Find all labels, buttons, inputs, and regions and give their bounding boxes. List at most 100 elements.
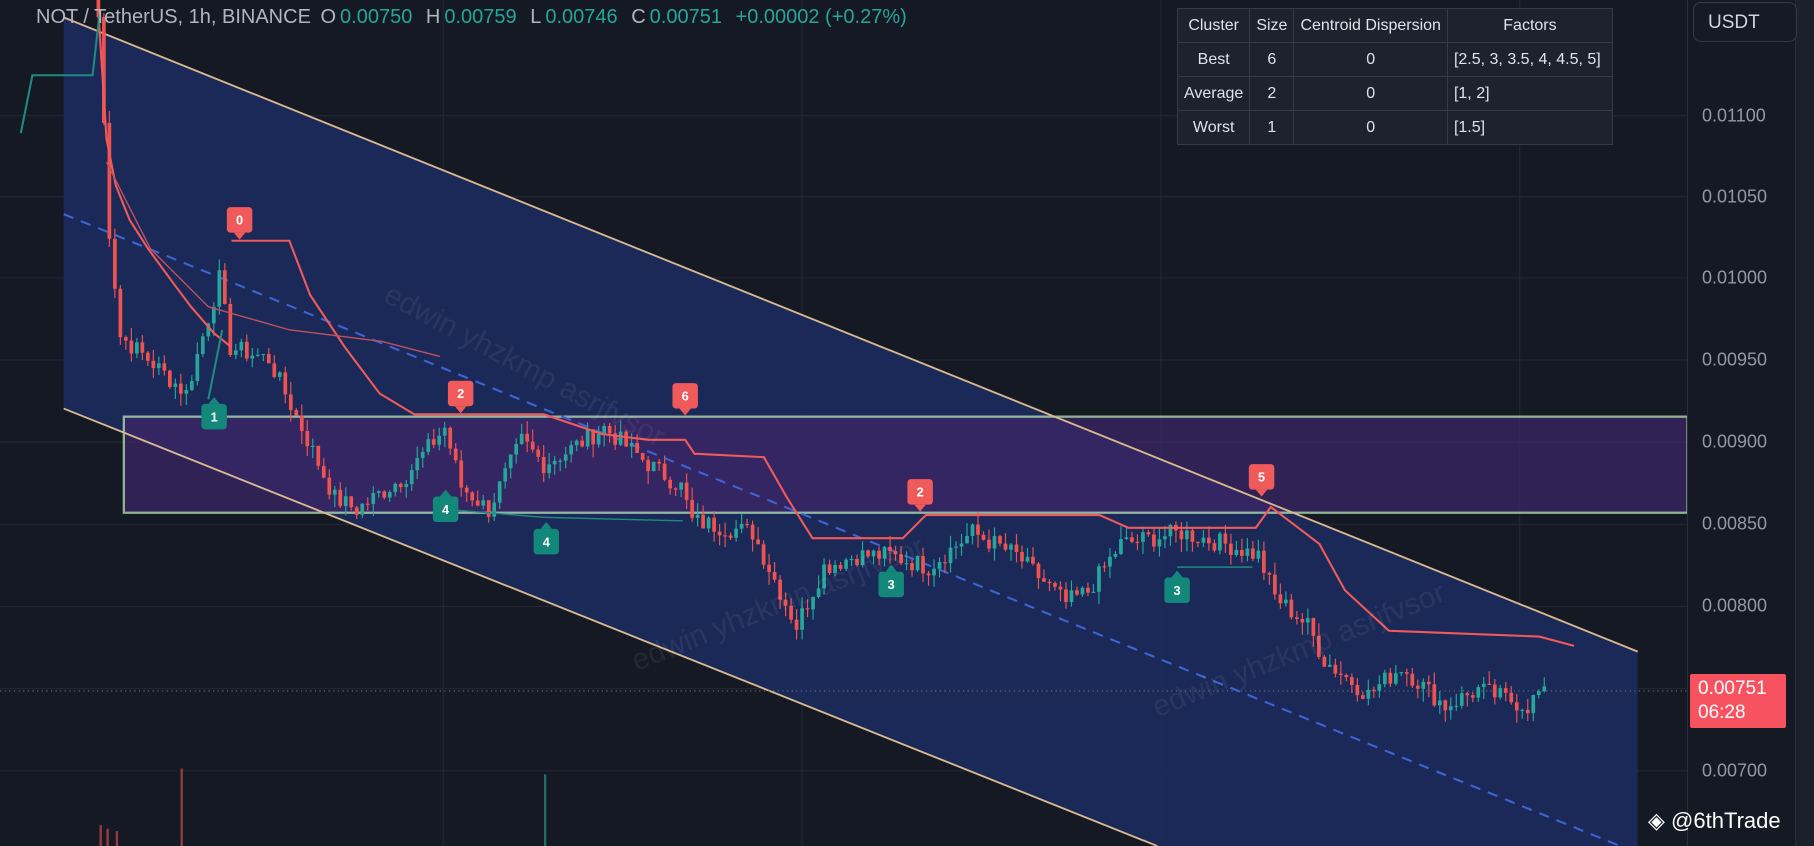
currency-button[interactable]: USDT [1693,2,1797,42]
candle-body [393,483,398,493]
symbol-legend: NOT / TetherUS, 1h, BINANCE O 0.00750 H 0.… [36,6,911,29]
supply-zone[interactable] [122,415,1687,514]
table-cell: Best [1176,42,1251,77]
candle-body [1338,673,1343,675]
volume-bars [99,768,547,846]
candle-body [580,440,585,447]
low-field: L 0.00746 [530,6,621,28]
candle-body [712,517,716,532]
candle-body [162,363,167,371]
table-cell: 0 [1293,110,1448,145]
candle-body [1278,594,1283,604]
signal-label-text: 1 [211,409,218,424]
candle-body [129,340,134,354]
candle-body [184,389,189,394]
signal-label-text: 5 [1258,469,1265,484]
candle-body [1201,537,1206,543]
price-tick: 0.00900 [1702,431,1768,452]
candle-body [1163,536,1167,540]
candle-body [750,524,755,540]
last-price-badge: 0.00751 06:28 [1690,674,1786,728]
candle-body [1536,691,1541,696]
symbol-name[interactable]: NOT / TetherUS, 1h, BINANCE [36,6,311,28]
high-value: 0.00759 [444,6,517,28]
candle-body [1393,673,1398,684]
candle-body [585,429,590,447]
table-cell: Worst [1176,110,1251,145]
table-cell: 6 [1249,42,1295,77]
candle-body [1437,700,1442,706]
volume-bar [99,825,102,846]
candle-body [646,459,650,472]
candle-body [332,489,337,495]
candle-body [1525,709,1530,714]
candle-body [943,562,947,564]
candle-body [426,439,431,452]
candle-body [1520,709,1525,711]
candle-body [948,547,953,564]
candle-body [481,500,486,506]
candle-body [1141,532,1145,542]
candle-body [338,489,343,507]
candle-body [794,619,799,630]
candle-body [1432,684,1437,706]
candle-body [222,270,227,304]
candle-body [283,372,288,395]
candle-body [1058,586,1063,590]
candle-body [1080,587,1085,595]
candle-body [1476,687,1481,698]
candle-body [316,445,321,466]
candle-body [1366,689,1371,699]
candle-body [1229,543,1233,555]
candle-body [640,453,645,460]
candle-body [459,460,464,488]
candle-body [1328,664,1332,667]
header-cell: Factors [1446,8,1613,43]
candle-body [723,535,727,537]
candle-body [1207,537,1211,544]
candle-body [382,491,387,498]
candle-body [1031,556,1035,564]
candle-body [1135,541,1140,543]
candle-body [1047,581,1052,584]
candle-body [140,342,145,353]
candle-body [1130,537,1134,542]
candle-body [668,479,672,489]
candle-body [673,488,678,490]
candle-body [1284,599,1288,604]
candle-body [1053,583,1057,587]
candle-body [1404,672,1409,674]
candle-body [1119,539,1123,554]
candle-body [404,484,409,488]
candle-body [1465,693,1470,696]
candle-body [937,562,942,569]
candle-body [1113,553,1118,557]
candle-body [717,531,722,536]
candle-body [294,410,299,416]
price-tick: 0.01000 [1702,267,1768,288]
candle-body [261,353,266,356]
candle-body [987,539,991,549]
candle-body [1124,537,1129,540]
candle-body [684,482,689,500]
candle-body [113,238,117,289]
candle-body [217,270,222,307]
candle-body [124,337,128,341]
table-cell: [1, 2] [1446,76,1613,111]
candle-body [981,534,986,540]
candle-body [1514,702,1519,711]
open-label: O [320,6,337,28]
candle-body [1256,550,1261,559]
candle-body [976,524,980,535]
candle-body [959,543,964,547]
candle-body [1146,532,1151,535]
right-toolbar-strip [1795,0,1814,846]
candle-body [695,514,700,518]
candle-body [1410,673,1415,686]
candle-body [376,491,381,494]
candle-body [574,440,579,446]
table-cell: Average [1176,76,1251,111]
candle-body [563,454,568,461]
candle-body [497,481,502,503]
candle-body [1212,543,1217,551]
